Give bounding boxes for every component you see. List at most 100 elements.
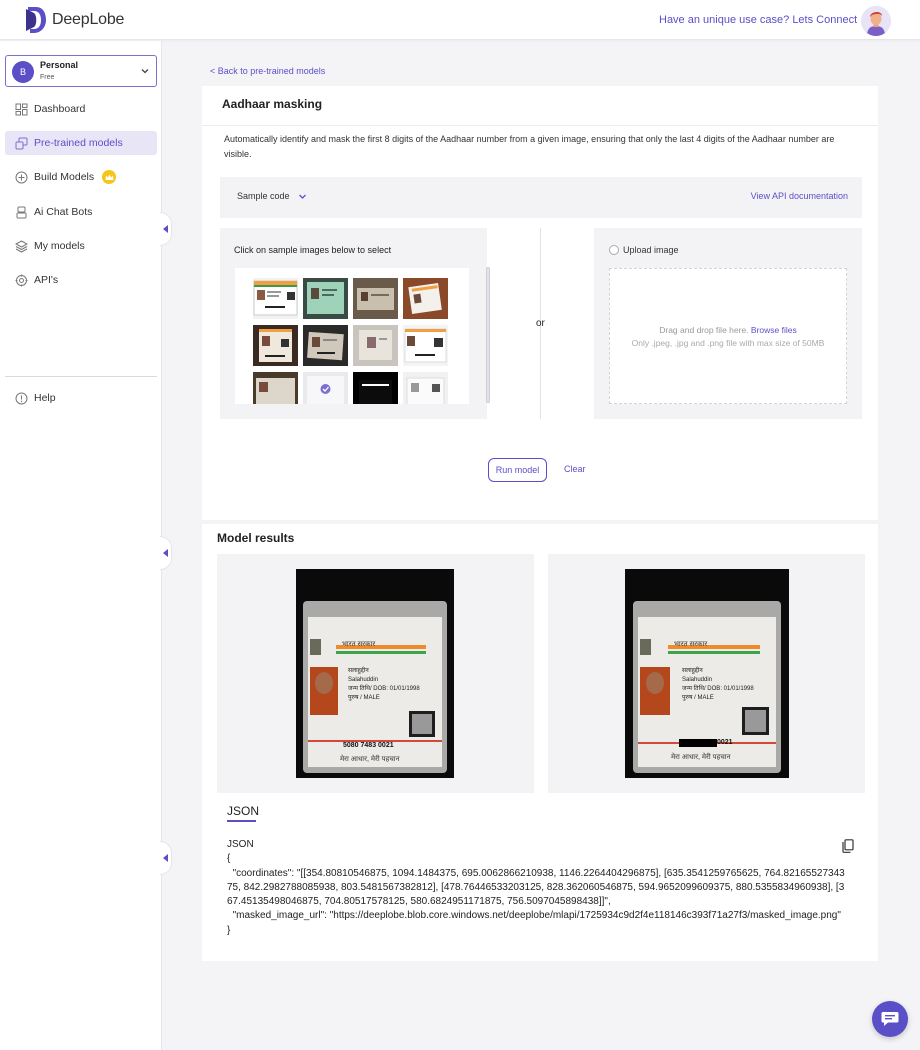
sample-image[interactable] [353,325,398,366]
card-name: Salahuddin [348,677,379,683]
upload-image-label: Upload image [623,245,679,255]
model-card: Aadhaar masking Automatically identify a… [202,86,878,961]
active-tab-indicator [227,820,256,822]
samples-label: Click on sample images below to select [234,245,392,255]
bot-icon [15,206,28,219]
masked-image: भारत सरकार सलाहुद्दीन Salahuddin जन्म ति… [625,569,789,778]
models-icon [15,137,28,150]
sample-image[interactable] [403,372,448,404]
chat-button[interactable] [872,1001,908,1037]
tab-json[interactable]: JSON [227,804,259,818]
browse-files-link[interactable]: Browse files [751,325,797,335]
sample-image-grid [235,268,469,404]
chevron-left-icon [163,854,168,862]
json-output: JSON { "coordinates": "[[354.80810546875… [227,839,845,936]
file-drop-zone[interactable]: Drag and drop file here. Browse files On… [609,268,847,404]
sample-image[interactable] [253,325,298,366]
top-bar: DeepLobe Have an unique use case? Lets C… [0,0,920,40]
clear-button[interactable]: Clear [564,464,586,474]
model-results-title: Model results [217,531,295,545]
sidebar-item-label: My models [34,240,85,252]
sidebar-item-apis[interactable]: API's [5,268,157,292]
sidebar-item-pretrained-models[interactable]: Pre-trained models [5,131,157,155]
sidebar-item-label: Dashboard [34,103,86,115]
sample-grid-scrollbar[interactable] [486,267,490,403]
sidebar-item-label: Pre-trained models [34,137,123,149]
deeplobe-logo-icon [26,7,46,33]
sample-image[interactable] [403,278,448,319]
back-link[interactable]: < Back to pre-trained models [210,66,325,76]
sample-code-bar: Sample code View API documentation [220,177,862,218]
layers-icon [15,239,28,253]
sample-code-label: Sample code [237,191,290,201]
page-title: Aadhaar masking [222,97,323,111]
sidebar-item-build-models[interactable]: Build Models [5,165,157,189]
copy-icon[interactable] [842,839,854,853]
sidebar-item-help[interactable]: Help [5,386,157,410]
api-icon [15,274,28,287]
model-description: Automatically identify and mask the firs… [224,134,835,159]
file-size-hint: Only .jpeg, .jpg and .png file with max … [631,338,825,348]
account-name: Personal [40,60,79,70]
upload-panel: Upload image Drag and drop file here. Br… [594,228,862,419]
connect-link[interactable]: Have an unique use case? Lets Connect [659,14,857,26]
card-details: सलाहुद्दीन Salahuddin जन्म तिथि/ DOB: 01… [348,667,420,703]
card-heading: भारत सरकार [342,641,376,648]
sample-image[interactable] [303,325,348,366]
upload-image-radio[interactable] [609,245,619,255]
chevron-down-icon [141,69,149,74]
sample-image[interactable] [253,278,298,319]
card-dob: जन्म तिथि/ DOB: 01/01/1998 [682,686,754,692]
card-name-hindi: सलाहुद्दीन [348,668,369,674]
brand-logo[interactable]: DeepLobe [26,7,124,33]
card-name-hindi: सलाहुद्दीन [682,668,703,674]
sidebar-item-dashboard[interactable]: Dashboard [5,97,157,121]
brand-name: DeepLobe [52,11,125,28]
sidebar: B Personal Free Dashboard Pre-trained mo… [0,41,162,1050]
sidebar-divider [5,376,157,377]
sample-image[interactable] [353,278,398,319]
aadhaar-number: 5080 7483 0021 [343,742,394,749]
run-model-button[interactable]: Run model [488,458,547,482]
plus-circle-icon [15,171,28,184]
sidebar-item-label: Help [34,392,56,404]
card-heading: भारत सरकार [674,641,708,648]
account-plan: Free [40,74,55,81]
account-switcher[interactable]: B Personal Free [5,55,157,87]
chevron-down-icon [298,194,306,199]
dashboard-icon [15,103,28,116]
card-footer: मेरा आधार, मेरी पहचान [340,756,400,763]
chat-bubble-icon [881,1012,899,1026]
help-icon [15,392,28,405]
input-image-panel: भारत सरकार सलाहुद्दीन Salahuddin जन्म ति… [217,554,534,793]
sample-image[interactable] [253,372,298,404]
crown-icon [102,170,117,184]
card-dob: जन्म तिथि/ DOB: 01/01/1998 [348,686,420,692]
sidebar-item-label: API's [34,274,59,286]
title-divider [202,125,878,126]
sidebar-item-label: Ai Chat Bots [34,206,93,218]
sample-image[interactable] [403,325,448,366]
sidebar-item-ai-chat-bots[interactable]: Ai Chat Bots [5,200,157,224]
card-name: Salahuddin [682,677,713,683]
sample-image[interactable] [353,372,398,404]
api-documentation-link[interactable]: View API documentation [751,191,848,201]
sidebar-item-my-models[interactable]: My models [5,234,157,258]
sample-code-toggle[interactable]: Sample code [237,191,307,201]
card-gender: पुरुष / MALE [682,695,714,701]
masked-image-panel: भारत सरकार सलाहुद्दीन Salahuddin जन्म ति… [548,554,865,793]
or-separator: or [536,318,545,329]
sample-image-selected[interactable] [303,372,348,404]
input-image: भारत सरकार सलाहुद्दीन Salahuddin जन्म ति… [296,569,454,778]
sample-image[interactable] [303,278,348,319]
sample-images-panel: Click on sample images below to select [220,228,490,419]
account-initial-badge: B [12,61,34,83]
drop-instructions: Drag and drop file here. Browse files [610,325,846,335]
sidebar-collapse-toggle[interactable] [160,841,172,875]
drop-text: Drag and drop file here. [659,325,749,335]
card-gender: पुरुष / MALE [348,695,380,701]
sidebar-collapse-toggle[interactable] [160,536,172,570]
card-footer: मेरा आधार, मेरी पहचान [671,754,731,761]
sidebar-collapse-toggle[interactable] [160,212,172,246]
user-avatar[interactable] [861,6,891,36]
